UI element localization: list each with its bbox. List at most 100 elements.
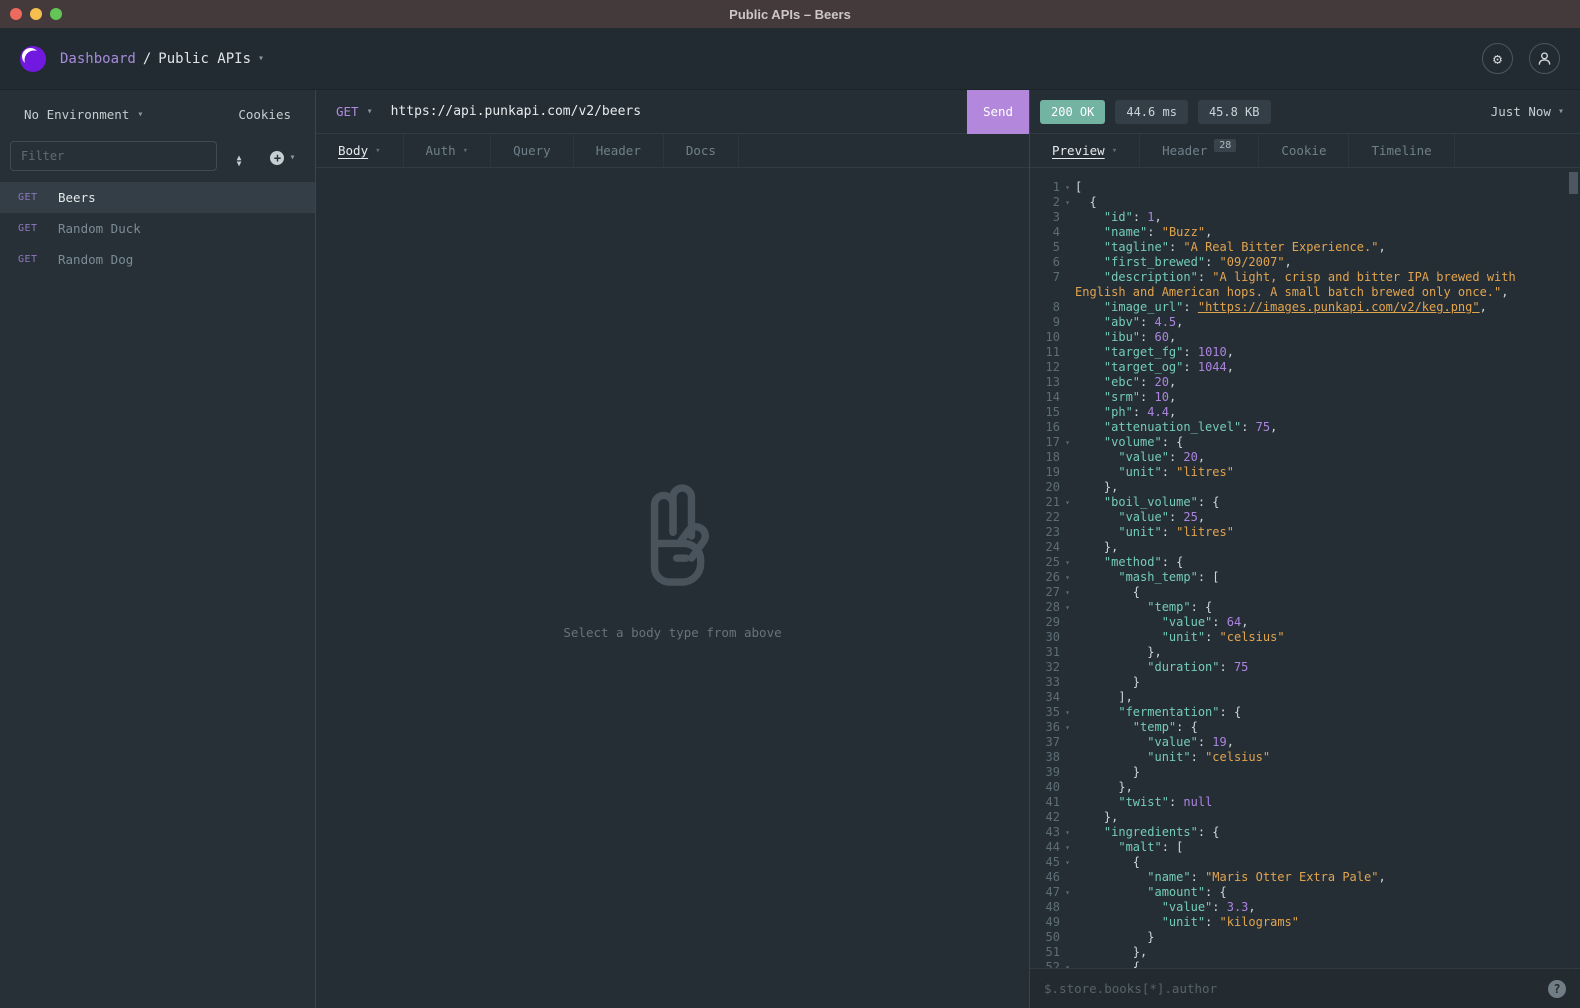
chevron-down-icon[interactable]: ▾ xyxy=(258,53,264,64)
fold-toggle-icon[interactable] xyxy=(1060,345,1075,360)
line-content: "malt": [ xyxy=(1075,840,1580,855)
fold-toggle-icon[interactable]: ▾ xyxy=(1060,585,1075,600)
create-request-button[interactable]: + ▾ xyxy=(261,147,305,166)
response-filter-input[interactable] xyxy=(1044,981,1538,996)
zoom-window-button[interactable] xyxy=(50,8,62,20)
request-list-item-random-duck[interactable]: GET Random Duck xyxy=(0,213,315,244)
request-list-item-beers[interactable]: GET Beers xyxy=(0,182,315,213)
minimize-window-button[interactable] xyxy=(30,8,42,20)
code-line: 30 "unit": "celsius" xyxy=(1030,630,1580,645)
response-link[interactable]: "https://images.punkapi.com/v2/keg.png" xyxy=(1198,300,1480,314)
fold-toggle-icon[interactable] xyxy=(1060,870,1075,885)
fold-toggle-icon[interactable] xyxy=(1060,210,1075,225)
fold-toggle-icon[interactable] xyxy=(1060,225,1075,240)
fold-toggle-icon[interactable] xyxy=(1060,795,1075,810)
code-line: 32 "duration": 75 xyxy=(1030,660,1580,675)
breadcrumb-dashboard-link[interactable]: Dashboard xyxy=(60,51,136,67)
scrollbar-thumb[interactable] xyxy=(1569,172,1578,194)
fold-toggle-icon[interactable] xyxy=(1060,630,1075,645)
fold-toggle-icon[interactable] xyxy=(1060,525,1075,540)
response-tab-timeline[interactable]: Timeline xyxy=(1349,134,1454,167)
line-content: [ xyxy=(1075,180,1580,195)
fold-toggle-icon[interactable]: ▾ xyxy=(1060,885,1075,900)
response-body-viewer[interactable]: 1 ▾ [ 2 ▾ { 3 "id": 1, 4 "name": "Buzz",… xyxy=(1030,168,1580,968)
fold-toggle-icon[interactable] xyxy=(1060,540,1075,555)
fold-toggle-icon[interactable] xyxy=(1060,735,1075,750)
help-icon[interactable]: ? xyxy=(1548,980,1566,998)
response-tab-cookie[interactable]: Cookie xyxy=(1259,134,1349,167)
fold-toggle-icon[interactable]: ▾ xyxy=(1060,720,1075,735)
request-list-item-random-dog[interactable]: GET Random Dog xyxy=(0,244,315,275)
fold-toggle-icon[interactable] xyxy=(1060,750,1075,765)
line-content: "description": "A light, crisp and bitte… xyxy=(1075,270,1580,300)
body-empty-text: Select a body type from above xyxy=(563,625,781,640)
fold-toggle-icon[interactable] xyxy=(1060,330,1075,345)
line-content: "amount": { xyxy=(1075,885,1580,900)
response-tab-header[interactable]: Header 28 xyxy=(1140,134,1259,167)
fold-toggle-icon[interactable] xyxy=(1060,255,1075,270)
fold-toggle-icon[interactable] xyxy=(1060,270,1075,300)
fold-toggle-icon[interactable] xyxy=(1060,780,1075,795)
fold-toggle-icon[interactable]: ▾ xyxy=(1060,435,1075,450)
fold-toggle-icon[interactable]: ▾ xyxy=(1060,840,1075,855)
fold-toggle-icon[interactable]: ▾ xyxy=(1060,495,1075,510)
code-line: 23 "unit": "litres" xyxy=(1030,525,1580,540)
fold-toggle-icon[interactable]: ▾ xyxy=(1060,570,1075,585)
code-line: 17 ▾ "volume": { xyxy=(1030,435,1580,450)
fold-toggle-icon[interactable] xyxy=(1060,930,1075,945)
workspace-dropdown[interactable]: Public APIs xyxy=(158,51,251,67)
fold-toggle-icon[interactable] xyxy=(1060,315,1075,330)
fold-toggle-icon[interactable] xyxy=(1060,360,1075,375)
sidebar-env-row: No Environment ▾ Cookies xyxy=(0,90,315,138)
fold-toggle-icon[interactable] xyxy=(1060,300,1075,315)
fold-toggle-icon[interactable] xyxy=(1060,375,1075,390)
fold-toggle-icon[interactable] xyxy=(1060,900,1075,915)
line-content: "tagline": "A Real Bitter Experience.", xyxy=(1075,240,1580,255)
line-number: 52 xyxy=(1030,960,1060,968)
tab-label: Timeline xyxy=(1371,143,1431,158)
line-content: }, xyxy=(1075,645,1580,660)
account-button[interactable] xyxy=(1529,43,1560,74)
fold-toggle-icon[interactable] xyxy=(1060,480,1075,495)
fold-toggle-icon[interactable] xyxy=(1060,660,1075,675)
response-history-dropdown[interactable]: Just Now ▾ xyxy=(1491,104,1564,119)
fold-toggle-icon[interactable] xyxy=(1060,420,1075,435)
code-line: 48 "value": 3.3, xyxy=(1030,900,1580,915)
settings-button[interactable]: ⚙ xyxy=(1482,43,1513,74)
line-number: 30 xyxy=(1030,630,1060,645)
sort-requests-button[interactable]: ▲▼ xyxy=(217,145,261,167)
fold-toggle-icon[interactable] xyxy=(1060,810,1075,825)
request-filter-input[interactable] xyxy=(10,141,217,171)
fold-toggle-icon[interactable] xyxy=(1060,915,1075,930)
cookies-button[interactable]: Cookies xyxy=(238,107,291,122)
fold-toggle-icon[interactable] xyxy=(1060,645,1075,660)
response-tab-preview[interactable]: Preview ▾ xyxy=(1030,134,1140,167)
environment-dropdown[interactable]: No Environment ▾ xyxy=(24,107,143,122)
line-number: 23 xyxy=(1030,525,1060,540)
fold-toggle-icon[interactable]: ▾ xyxy=(1060,855,1075,870)
code-line: 42 }, xyxy=(1030,810,1580,825)
fold-toggle-icon[interactable] xyxy=(1060,765,1075,780)
fold-toggle-icon[interactable]: ▾ xyxy=(1060,960,1075,968)
fold-toggle-icon[interactable]: ▾ xyxy=(1060,195,1075,210)
fold-toggle-icon[interactable] xyxy=(1060,450,1075,465)
fold-toggle-icon[interactable]: ▾ xyxy=(1060,555,1075,570)
chevron-down-icon: ▾ xyxy=(1112,146,1117,156)
close-window-button[interactable] xyxy=(10,8,22,20)
fold-toggle-icon[interactable] xyxy=(1060,615,1075,630)
fold-toggle-icon[interactable] xyxy=(1060,240,1075,255)
fold-toggle-icon[interactable]: ▾ xyxy=(1060,180,1075,195)
fold-toggle-icon[interactable] xyxy=(1060,465,1075,480)
fold-toggle-icon[interactable] xyxy=(1060,405,1075,420)
line-content: "ingredients": { xyxy=(1075,825,1580,840)
line-number: 13 xyxy=(1030,375,1060,390)
fold-toggle-icon[interactable] xyxy=(1060,390,1075,405)
fold-toggle-icon[interactable] xyxy=(1060,690,1075,705)
fold-toggle-icon[interactable] xyxy=(1060,945,1075,960)
fold-toggle-icon[interactable]: ▾ xyxy=(1060,705,1075,720)
line-number: 31 xyxy=(1030,645,1060,660)
fold-toggle-icon[interactable] xyxy=(1060,510,1075,525)
fold-toggle-icon[interactable]: ▾ xyxy=(1060,600,1075,615)
fold-toggle-icon[interactable] xyxy=(1060,675,1075,690)
fold-toggle-icon[interactable]: ▾ xyxy=(1060,825,1075,840)
